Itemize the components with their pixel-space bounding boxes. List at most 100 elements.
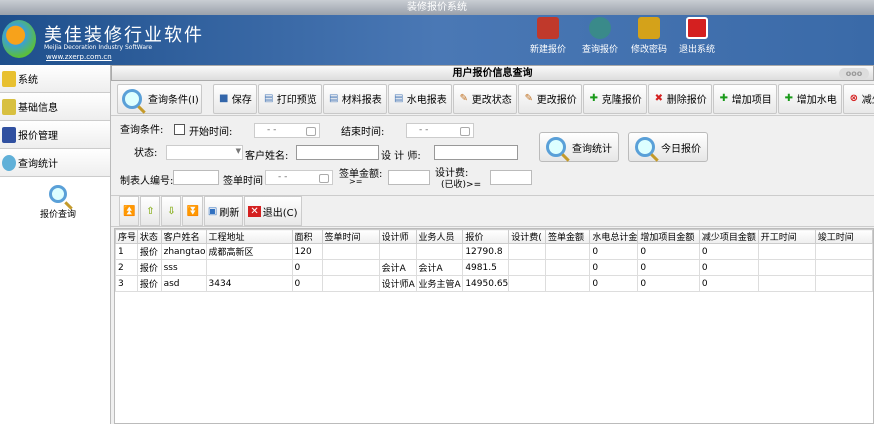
query-conditions-button[interactable]: 查询条件(I) [117, 83, 202, 114]
plus-icon: ✚ [719, 92, 728, 104]
button-label: 增加水电 [796, 95, 837, 106]
print-preview-icon: ▤ [264, 92, 274, 104]
sidebar-item-quote-manage[interactable]: 报价管理 [0, 121, 110, 149]
start-time-picker[interactable]: - - [254, 123, 320, 138]
brand-url-link[interactable]: www.zxerp.com.cn [46, 53, 112, 61]
exit-button[interactable]: ✕ 退出(C) [244, 196, 302, 226]
table-row[interactable]: 3 报价 asd 3434 0 设计师A 业务主管A 14950.65 0 0 0 [115, 275, 874, 292]
new-quote-icon [537, 17, 559, 39]
clone-quote-button[interactable]: ✚ 克隆报价 [582, 83, 647, 114]
change-password-button[interactable]: 修改密码 [624, 17, 674, 55]
sidebar-item-base-info[interactable]: 基础信息 [0, 93, 110, 121]
table-cell: 会计A [415, 259, 464, 276]
sidebar-item-system[interactable]: 系统 [0, 65, 110, 93]
sidebar-subitem-quote-query[interactable]: 报价查询 [40, 185, 76, 220]
material-report-button[interactable]: ▤ 材料报表 [322, 83, 387, 114]
query-stats-button[interactable]: 查询统计 [539, 132, 619, 162]
start-time-checkbox[interactable] [174, 124, 185, 135]
table-cell: asd [160, 275, 207, 292]
column-header[interactable]: 签单金额 [544, 229, 591, 244]
column-header[interactable]: 增加项目金额 [637, 229, 700, 244]
column-header[interactable]: 客户姓名 [160, 229, 207, 244]
plumbing-report-button[interactable]: ▤ 水电报表 [387, 83, 452, 114]
table-cell: 0 [589, 275, 639, 292]
designer-label: 设 计 师: [381, 151, 421, 162]
delete-quote-button[interactable]: ✖ 删除报价 [647, 83, 712, 114]
column-header[interactable]: 减少项目金额 [698, 229, 759, 244]
column-header[interactable]: 竣工时间 [814, 229, 874, 244]
table-cell: 报价 [136, 275, 162, 292]
minus-circle-icon: ⊗ [849, 92, 858, 104]
exit-system-button[interactable]: 退出系统 [672, 17, 722, 55]
column-header[interactable]: 水电总计金 [589, 229, 639, 244]
last-record-button[interactable]: ⏬ [182, 196, 203, 226]
table-cell: 0 [291, 275, 323, 292]
close-icon: ✕ [248, 205, 261, 217]
reduce-item-button[interactable]: ⊗减少项目 [842, 83, 874, 114]
column-header[interactable]: 签单时间 [321, 229, 380, 244]
table-cell [415, 243, 464, 260]
table-cell: 1 [115, 243, 138, 260]
designer-input[interactable] [434, 145, 518, 160]
column-header[interactable]: 报价 [462, 229, 510, 244]
sidebar-item-search-stats[interactable]: 查询统计 [0, 149, 110, 177]
table-cell [814, 259, 874, 276]
sign-time-picker[interactable]: - - [265, 170, 333, 185]
button-label: 退出(C) [262, 207, 298, 219]
quote-table: 序号 状态 客户姓名 工程地址 面积 签单时间 设计师 业务人员 报价 设计费(签单金额 水电总计金… [114, 228, 874, 424]
column-header[interactable]: 状态 [136, 229, 162, 244]
first-record-button[interactable]: ⏫ [119, 196, 140, 226]
save-button[interactable]: ■ 保存 [212, 83, 257, 114]
add-item-button[interactable]: ✚ 增加项目 [712, 83, 777, 114]
table-cell [205, 259, 293, 276]
quote-manage-icon [2, 126, 16, 143]
customer-name-input[interactable] [296, 145, 379, 160]
window-controls[interactable]: ooo [839, 68, 869, 79]
brand-english: MeiJia Decoration Industry SoftWare [44, 44, 153, 51]
table-cell [544, 243, 591, 260]
logo-icon [2, 20, 36, 58]
window-title-bar: 装修报价系统 [0, 0, 874, 15]
save-icon: ■ [219, 92, 229, 104]
search-quote-button[interactable]: 查询报价 [575, 17, 625, 55]
new-quote-button[interactable]: 新建报价 [523, 17, 573, 55]
table-cell: 报价 [136, 259, 162, 276]
table-cell: 0 [637, 243, 700, 260]
refresh-button[interactable]: ▣ 刷新 [203, 196, 244, 226]
sign-time-label: 签单时间 [223, 176, 263, 187]
table-cell: 14950.65 [462, 275, 510, 292]
subitem-label: 报价查询 [40, 210, 77, 220]
column-header[interactable]: 业务人员 [415, 229, 464, 244]
print-preview-button[interactable]: ▤ 打印预览 [257, 83, 322, 114]
maker-id-input[interactable] [173, 170, 219, 185]
base-info-icon [2, 98, 16, 115]
plus-icon: ✚ [784, 92, 793, 104]
column-header[interactable]: 开工时间 [757, 229, 816, 244]
end-time-picker[interactable]: - - [406, 123, 474, 138]
next-record-button[interactable]: ⇩ [161, 196, 182, 226]
column-header[interactable]: 设计师 [378, 229, 417, 244]
today-quotes-button[interactable]: 今日报价 [628, 132, 708, 162]
design-fee-input[interactable] [490, 170, 532, 185]
table-row[interactable]: 2 报价 sss 0 会计A 会计A 4981.5 0 0 0 [115, 259, 874, 276]
previous-record-button[interactable]: ⇧ [140, 196, 161, 226]
column-header[interactable]: 设计费( [508, 229, 546, 244]
plus-icon: ✚ [589, 92, 598, 104]
sidebar-item-label: 系统 [18, 75, 38, 86]
last-arrow-icon: ⏬ [186, 205, 199, 217]
change-quote-button[interactable]: ✎ 更改报价 [517, 83, 582, 114]
sign-amount-input[interactable] [388, 170, 430, 185]
design-fee-operator: (已收)>= [441, 180, 482, 190]
keys-icon [638, 17, 660, 39]
window-title: 用户报价信息查询 ooo [111, 65, 874, 81]
table-row[interactable]: 1 报价 zhangtao 成都高新区 120 12790.8 0 0 0 [115, 243, 874, 260]
status-select[interactable]: ▼ [166, 145, 243, 160]
end-time-label: 结束时间: [341, 127, 385, 138]
change-status-button[interactable]: ✎ 更改状态 [452, 83, 517, 114]
column-header[interactable]: 序号 [115, 229, 138, 244]
add-plumbing-button[interactable]: ✚ 增加水电 [777, 83, 842, 114]
column-header[interactable]: 面积 [291, 229, 323, 244]
chevron-down-icon: ▼ [235, 147, 241, 155]
column-header[interactable]: 工程地址 [205, 229, 293, 244]
table-cell: 业务主管A [415, 275, 464, 292]
